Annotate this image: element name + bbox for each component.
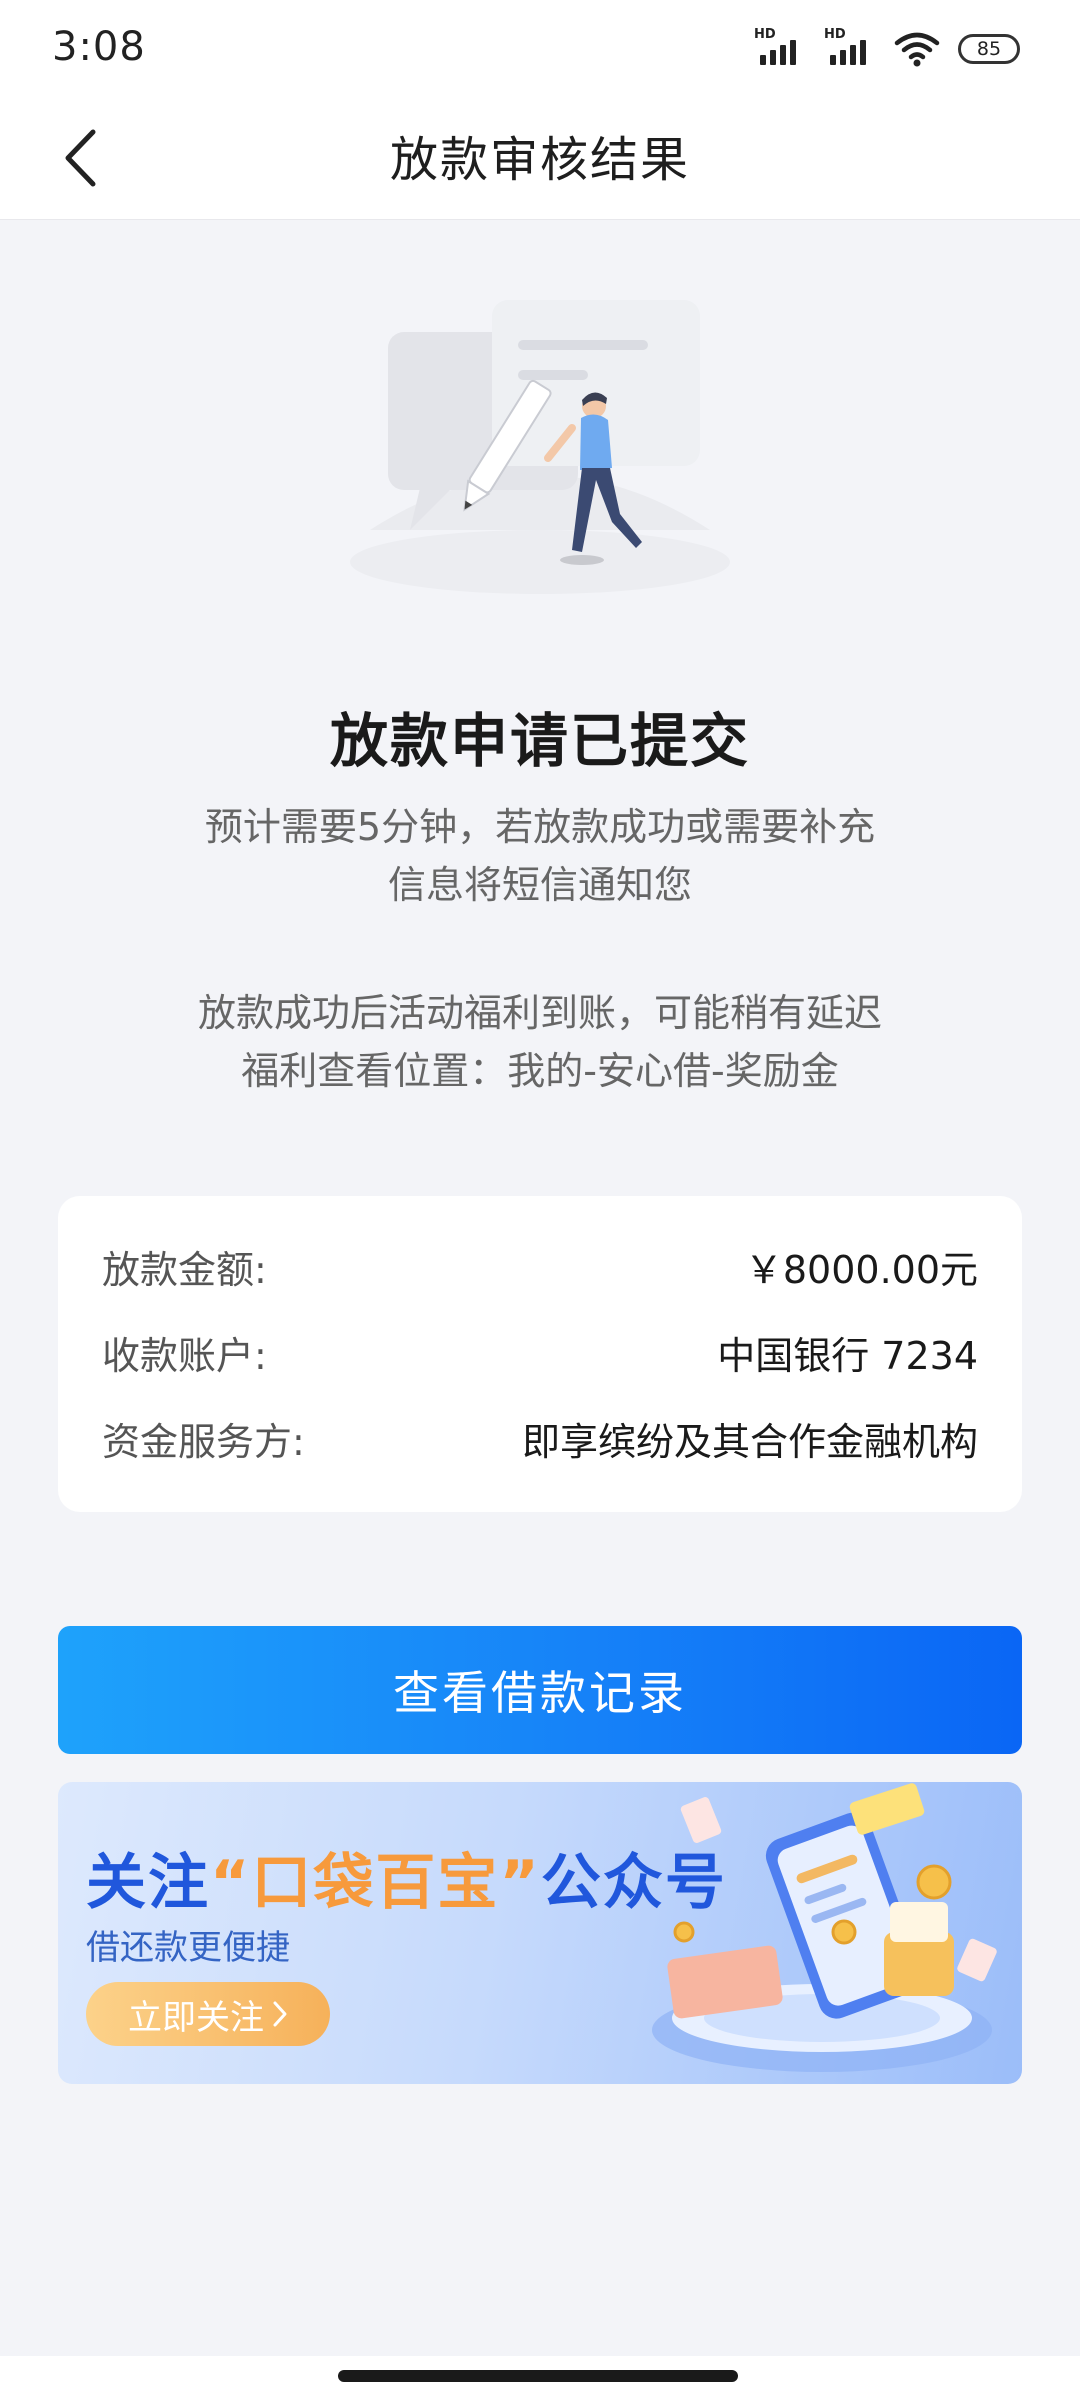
home-indicator[interactable] — [338, 2370, 738, 2382]
follow-now-button[interactable]: 立即关注 — [86, 1982, 330, 2046]
follow-now-label: 立即关注 — [128, 1997, 264, 2038]
follow-account-banner[interactable]: 关注“口袋百宝”公众号 借还款更便捷 立即关注 — [58, 1782, 1022, 2084]
detail-label: 收款账户: — [102, 1333, 267, 1378]
notice-line: 放款成功后活动福利到账，可能稍有延迟 — [197, 991, 882, 1035]
signal-icon: HD — [824, 27, 876, 69]
status-bar: 3:08 HD HD 85 — [0, 0, 1080, 96]
detail-value: 即享缤纷及其合作金融机构 — [521, 1419, 978, 1464]
wifi-icon — [894, 32, 940, 67]
detail-value: ￥8000.00元 — [744, 1247, 978, 1292]
detail-label: 资金服务方: — [102, 1419, 305, 1464]
detail-row-amount: 放款金额: ￥8000.00元 — [102, 1238, 978, 1294]
battery-indicator: 85 — [958, 34, 1020, 64]
view-loan-records-button[interactable]: 查看借款记录 — [58, 1626, 1022, 1754]
detail-row-provider: 资金服务方: 即享缤纷及其合作金融机构 — [102, 1410, 978, 1466]
phone-coins-illustration — [652, 1783, 997, 2072]
chevron-right-icon — [273, 2001, 287, 2027]
detail-row-account: 收款账户: 中国银行 7234 — [102, 1324, 978, 1380]
promo-title-prefix: 关注 — [86, 1848, 210, 1918]
description-line: 预计需要5分钟，若放款成功或需要补充 — [204, 805, 876, 849]
status-icons: HD HD 85 — [754, 26, 1020, 72]
promo-title-highlight: “口袋百宝” — [210, 1848, 541, 1918]
promo-subtitle: 借还款更便捷 — [86, 1928, 290, 1968]
detail-value: 中国银行 7234 — [717, 1333, 978, 1378]
status-time: 3:08 — [52, 24, 146, 70]
detail-label: 放款金额: — [102, 1247, 267, 1292]
submitted-illustration — [350, 300, 730, 594]
gesture-bar — [0, 2356, 1080, 2400]
signal-icon: HD — [754, 27, 806, 69]
result-description: 预计需要5分钟，若放款成功或需要补充 信息将短信通知您 — [0, 798, 1080, 914]
description-line: 信息将短信通知您 — [387, 863, 692, 907]
nav-bar: 放款审核结果 — [0, 96, 1080, 220]
page-title: 放款审核结果 — [389, 132, 690, 188]
benefit-notice: 放款成功后活动福利到账，可能稍有延迟 福利查看位置：我的-安心借-奖励金 — [0, 984, 1080, 1100]
result-headline: 放款申请已提交 — [329, 707, 750, 775]
loan-detail-card: 放款金额: ￥8000.00元 收款账户: 中国银行 7234 资金服务方: 即… — [58, 1196, 1022, 1512]
notice-line: 福利查看位置：我的-安心借-奖励金 — [241, 1049, 839, 1093]
